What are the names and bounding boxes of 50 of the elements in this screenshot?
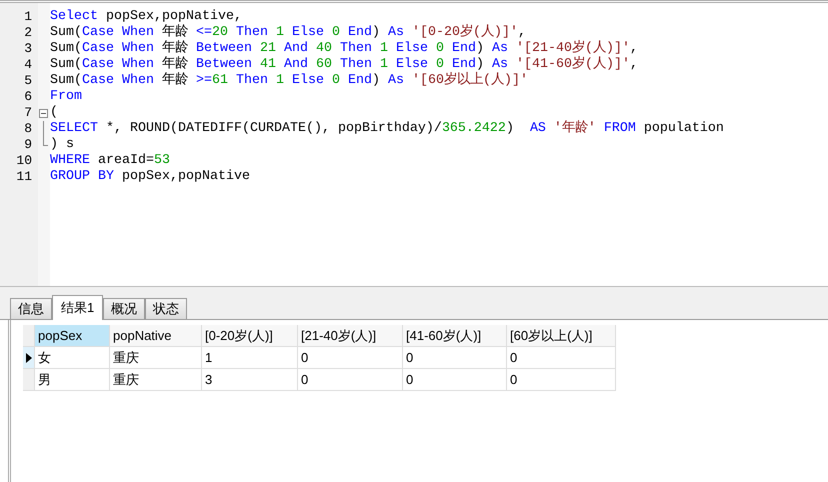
column-header[interactable]: popNative	[110, 325, 202, 347]
line-number: 5	[23, 73, 33, 89]
line-number: 2	[23, 25, 33, 41]
table-cell: 女	[35, 347, 110, 369]
current-row-icon	[26, 352, 32, 362]
line-number: 7	[23, 105, 33, 121]
column-header[interactable]: [41-60岁(人)]	[403, 325, 507, 347]
column-header[interactable]: popSex	[35, 325, 110, 347]
table-cell: 0	[507, 347, 616, 369]
fold-end-line	[43, 137, 48, 146]
table-cell: 0	[298, 347, 403, 369]
line-number: 3	[23, 41, 33, 57]
line-number: 1	[23, 9, 33, 25]
grid-corner	[23, 325, 35, 347]
table-cell: 0	[403, 369, 507, 391]
tab[interactable]: 概况	[103, 298, 146, 319]
table-cell: 0	[298, 369, 403, 391]
line-number: 6	[23, 89, 33, 105]
code-line: Sum(Case When 年龄 Between 41 And 60 Then 1 Else 0 End) As '[41-60岁(人)]',	[50, 57, 638, 72]
tab[interactable]: 结果1	[52, 295, 104, 320]
table-cell: 0	[507, 369, 616, 391]
column-header[interactable]: [0-20岁(人)]	[202, 325, 298, 347]
code-line: Select popSex,popNative,	[50, 9, 242, 24]
code-line: Sum(Case When 年龄 >=61 Then 1 Else 0 End) As '[60岁以上(人)]'	[50, 73, 528, 89]
row-indicator[interactable]	[23, 347, 35, 369]
code-line: SELECT *, ROUND(DATEDIFF(CURDATE(), popBirthday)/365.2422) AS '年龄' FROM population	[50, 121, 724, 137]
table-cell: 0	[403, 347, 507, 369]
code-line: GROUP BY popSex,popNative	[50, 169, 250, 185]
code-line: ) s	[50, 137, 74, 153]
line-number: 4	[23, 57, 33, 73]
column-header[interactable]: [60岁以上(人)]	[507, 325, 616, 347]
line-number: 9	[23, 137, 33, 153]
collapse-icon[interactable]	[39, 109, 48, 118]
code-line: WHERE areaId=53	[50, 153, 170, 169]
code-line: Sum(Case When 年龄 Between 21 And 40 Then 1 Else 0 End) As '[21-40岁(人)]',	[50, 41, 638, 56]
column-header[interactable]: [21-40岁(人)]	[298, 325, 403, 347]
tab[interactable]: 信息	[10, 298, 52, 319]
line-number: 10	[15, 153, 33, 169]
table-cell: 1	[202, 347, 298, 369]
table-cell: 3	[202, 369, 298, 391]
line-number: 8	[23, 121, 33, 137]
code-line: (	[50, 105, 58, 121]
table-cell: 重庆	[110, 369, 202, 391]
code-line: Sum(Case When 年龄 <=20 Then 1 Else 0 End) As '[0-20岁(人)]',	[50, 25, 526, 40]
fold-line	[43, 121, 44, 137]
line-number: 11	[15, 169, 33, 185]
code-line: From	[50, 89, 82, 105]
table-cell: 男	[35, 369, 110, 391]
tab[interactable]: 状态	[145, 298, 188, 319]
table-cell: 重庆	[110, 347, 202, 369]
